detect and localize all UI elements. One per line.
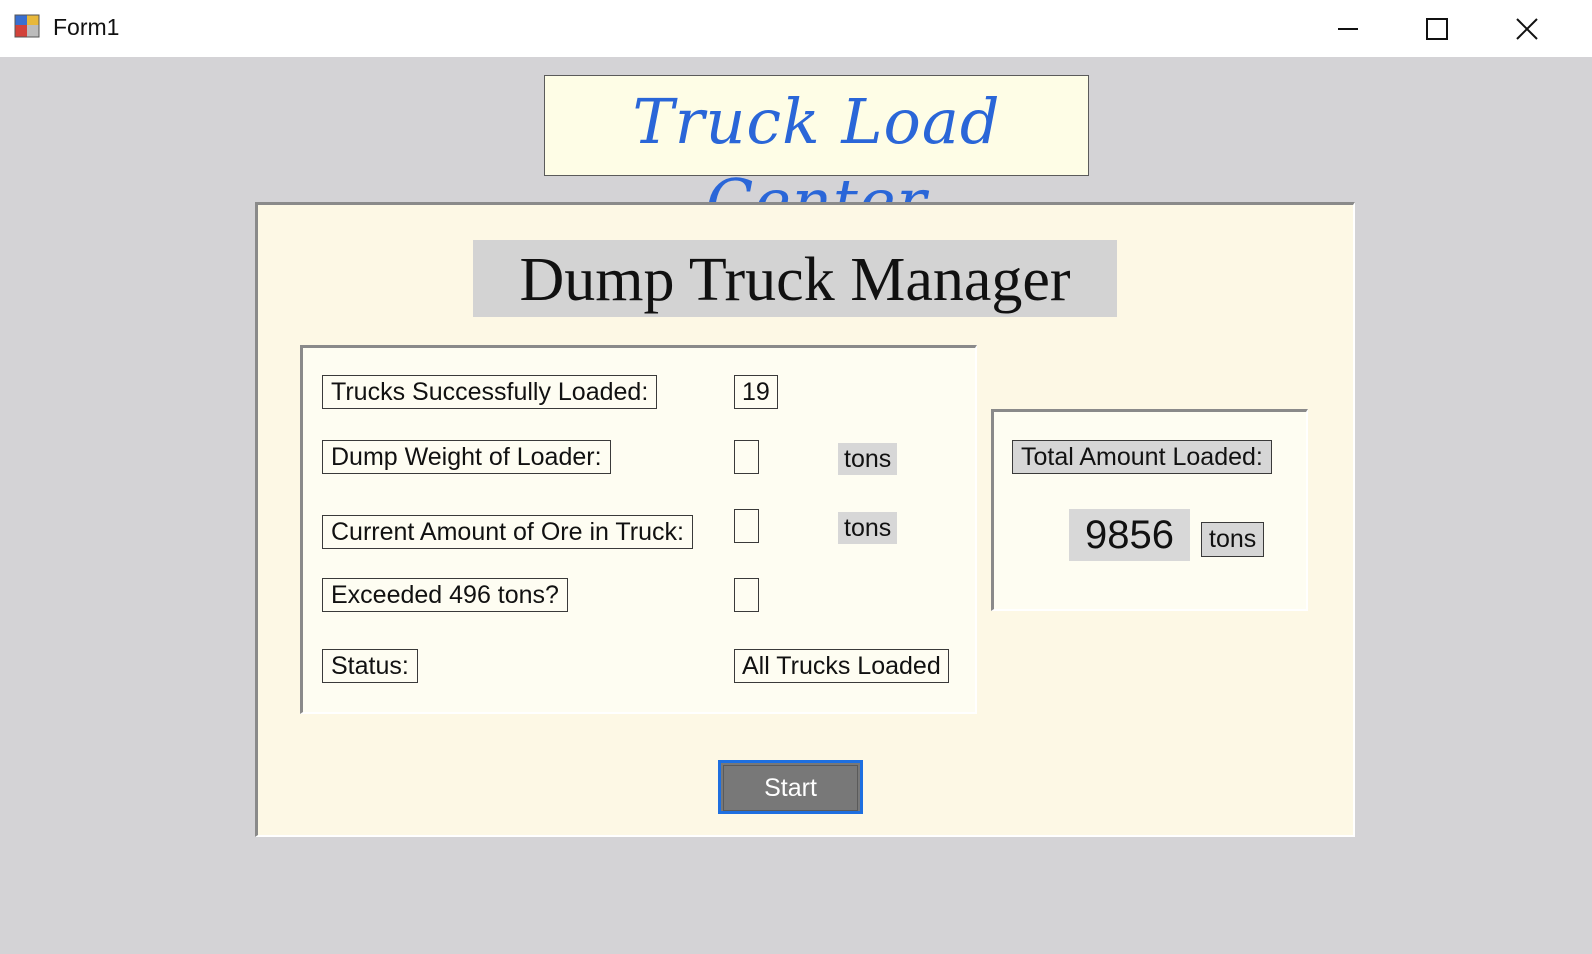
total-unit: tons <box>1201 522 1265 557</box>
minimize-button[interactable] <box>1303 0 1393 57</box>
trucks-loaded-label: Trucks Successfully Loaded: <box>322 375 658 409</box>
total-label: Total Amount Loaded: <box>1012 440 1272 474</box>
heading-title: Dump Truck Manager <box>519 246 1071 314</box>
close-button[interactable] <box>1482 0 1572 57</box>
banner: Truck Load Center <box>544 75 1089 238</box>
app-icon <box>14 14 40 38</box>
current-amount-unit: tons <box>838 512 898 544</box>
trucks-loaded-value: 19 <box>734 375 778 409</box>
start-button[interactable]: Start <box>718 760 863 814</box>
dump-weight-label: Dump Weight of Loader: <box>322 440 611 474</box>
title-bar[interactable]: Form1 <box>0 0 1592 57</box>
start-button-label: Start <box>723 765 858 811</box>
status-value: All Trucks Loaded <box>734 649 949 683</box>
dump-weight-value <box>734 440 759 474</box>
close-icon <box>1516 18 1538 40</box>
maximize-icon <box>1426 18 1448 40</box>
dump-weight-unit: tons <box>838 443 898 475</box>
minimize-icon <box>1338 28 1358 30</box>
current-amount-value <box>734 509 759 543</box>
maximize-button[interactable] <box>1392 0 1482 57</box>
total-value: 9856 <box>1069 509 1190 561</box>
exceeded-value <box>734 578 759 612</box>
exceeded-label: Exceeded 496 tons? <box>322 578 568 612</box>
status-label: Status: <box>322 649 418 683</box>
current-amount-label: Current Amount of Ore in Truck: <box>322 515 693 549</box>
window-title: Form1 <box>53 14 120 40</box>
heading: Dump Truck Manager <box>473 240 1117 317</box>
